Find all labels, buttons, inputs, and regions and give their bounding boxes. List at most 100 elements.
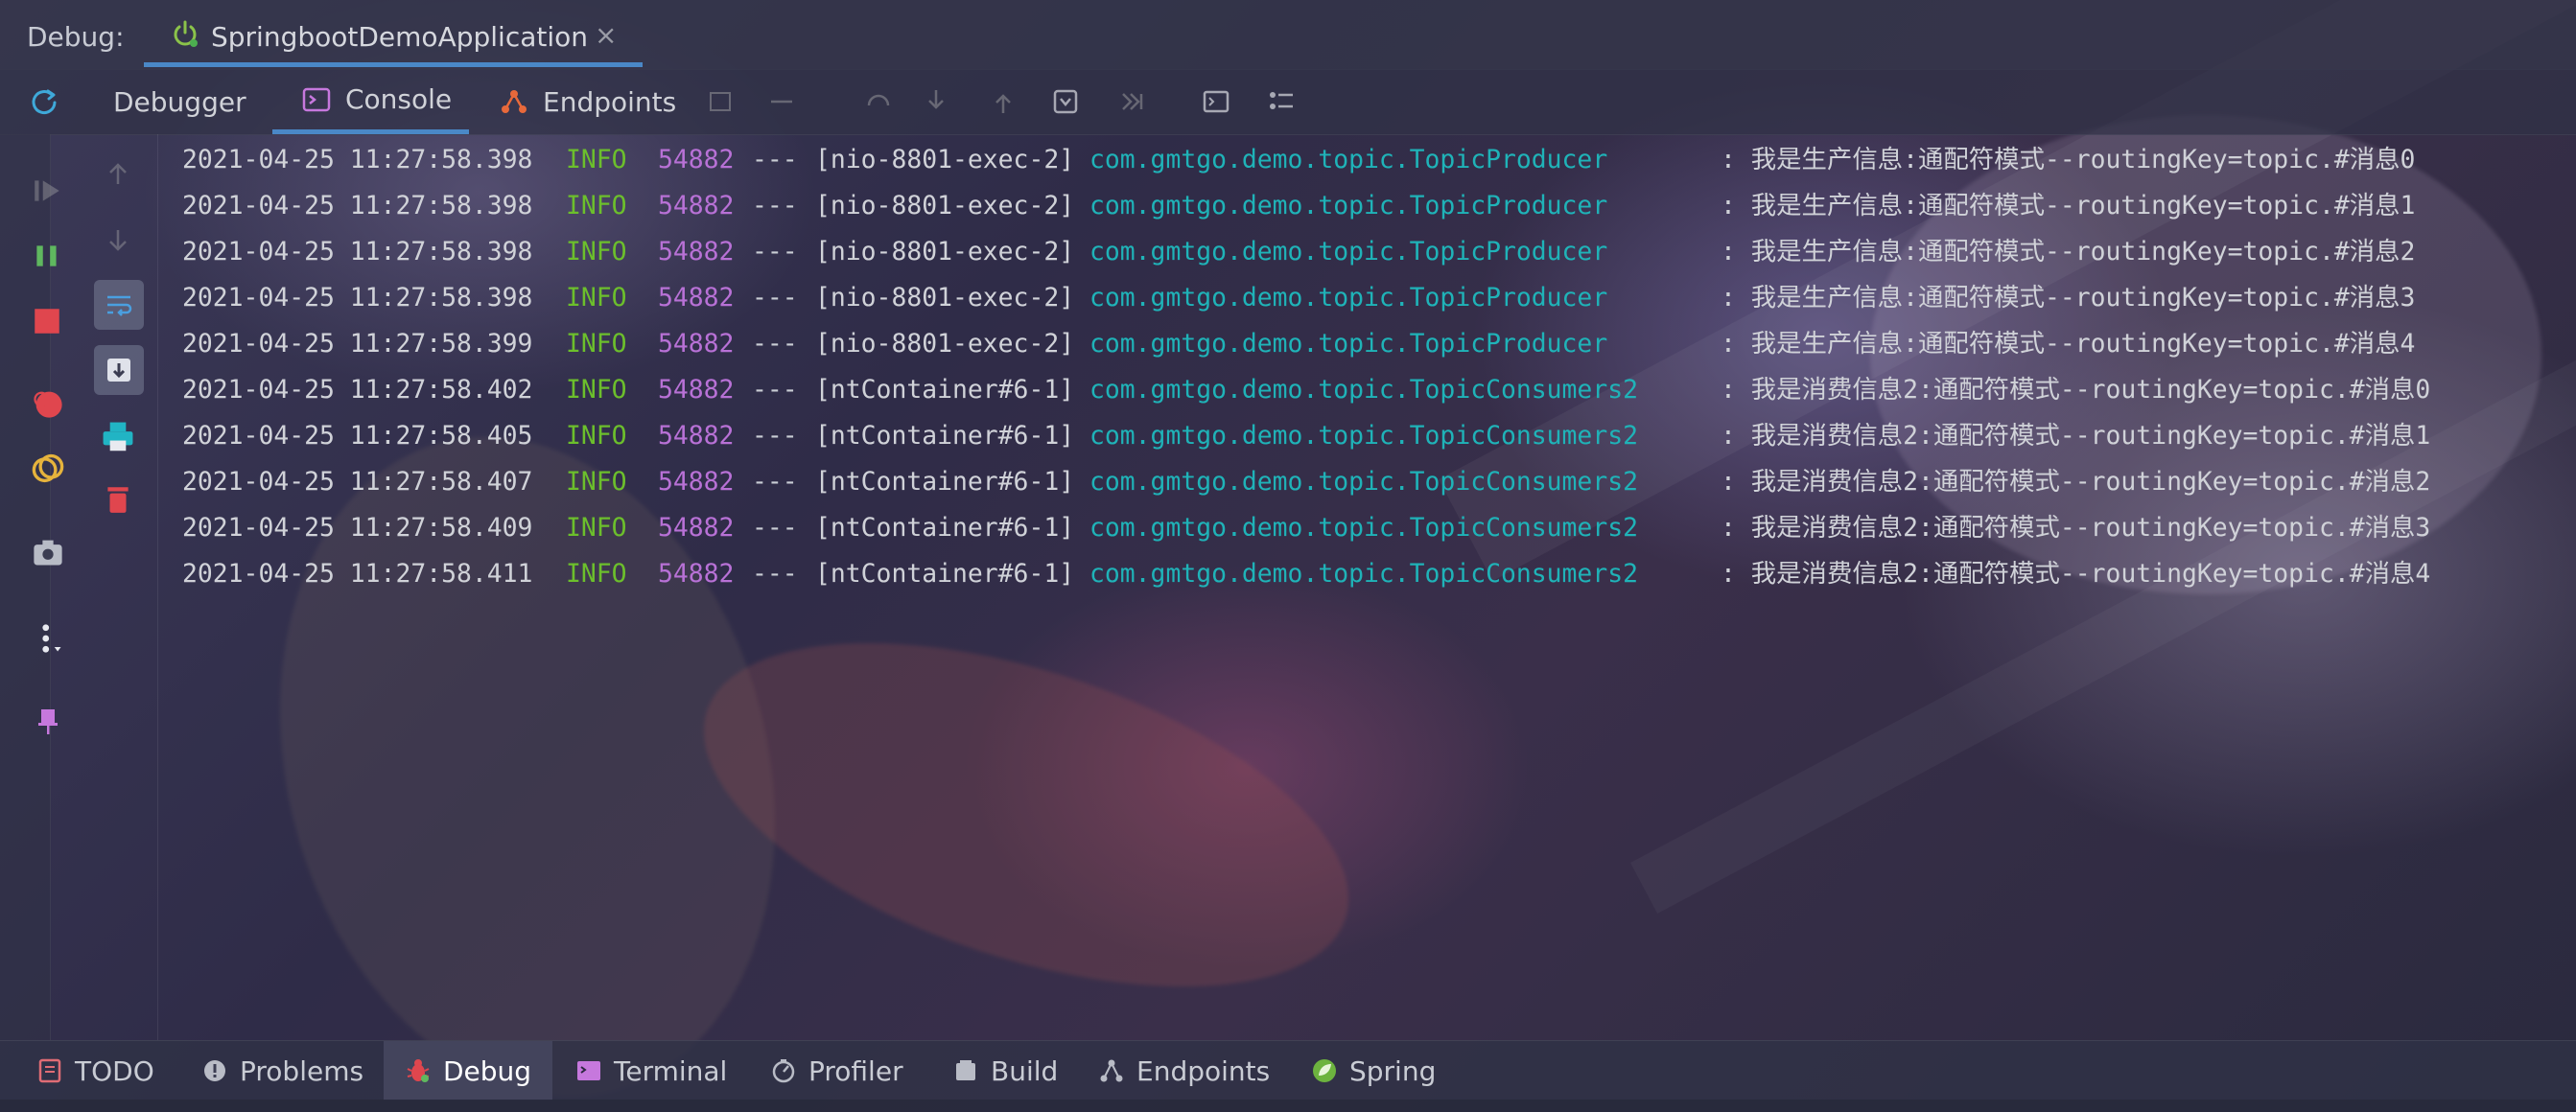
log-message: : 我是消费信息2:通配符模式--routingKey=topic.#消息1 <box>1721 421 2431 451</box>
stop-icon[interactable] <box>31 305 63 337</box>
log-timestamp: 2021-04-25 11:27:58.402 <box>182 375 533 405</box>
down-arrow-icon[interactable] <box>103 224 133 255</box>
console-icon <box>302 87 331 111</box>
log-logger: com.gmtgo.demo.topic.TopicProducer <box>1089 237 1608 266</box>
log-separator: --- <box>752 375 798 405</box>
log-thread: [ntContainer#6-1] <box>815 375 1075 405</box>
view-breakpoints-icon[interactable] <box>31 386 65 421</box>
log-level: INFO <box>566 329 627 359</box>
debug-label: Debug: <box>27 21 125 53</box>
log-message: : 我是生产信息:通配符模式--routingKey=topic.#消息2 <box>1721 237 2416 266</box>
pin-tab-icon[interactable] <box>33 706 63 736</box>
log-separator: --- <box>752 191 798 220</box>
restore-layout-icon[interactable] <box>706 86 737 117</box>
tab-debugger[interactable]: Debugger <box>113 69 246 134</box>
mute-breakpoints-icon[interactable] <box>31 452 65 486</box>
log-pid: 54882 <box>658 421 735 451</box>
log-level: INFO <box>566 237 627 266</box>
trace-settings-icon[interactable] <box>1266 86 1297 117</box>
log-timestamp: 2021-04-25 11:27:58.398 <box>182 191 533 220</box>
log-line: 2021-04-25 11:27:58.398 INFO 54882 --- [nio-… <box>182 137 2561 183</box>
step-into-icon[interactable] <box>921 86 951 117</box>
tool-window-bar: TODO Problems Debug Terminal Profiler Bu… <box>0 1040 2576 1100</box>
debug-tool-window: Debug: SpringbootDemoApplication × Debug… <box>0 0 2576 1112</box>
log-timestamp: 2021-04-25 11:27:58.409 <box>182 513 533 543</box>
log-line: 2021-04-25 11:27:58.402 INFO 54882 --- [ntCo… <box>182 367 2561 413</box>
tool-build[interactable]: Build <box>952 1041 1058 1100</box>
tool-label: Terminal <box>614 1054 728 1087</box>
log-message: : 我是生产信息:通配符模式--routingKey=topic.#消息0 <box>1721 145 2416 174</box>
log-line: 2021-04-25 11:27:58.398 INFO 54882 --- [nio-… <box>182 183 2561 229</box>
endpoints-icon <box>502 90 527 113</box>
log-line: 2021-04-25 11:27:58.409 INFO 54882 --- [ntCo… <box>182 505 2561 551</box>
tool-label: Spring <box>1349 1054 1437 1087</box>
up-arrow-icon[interactable] <box>103 159 133 190</box>
log-thread: [ntContainer#6-1] <box>815 421 1075 451</box>
log-line: 2021-04-25 11:27:58.407 INFO 54882 --- [ntCo… <box>182 459 2561 505</box>
build-icon <box>956 1060 975 1080</box>
show-execution-point-icon[interactable] <box>767 86 798 117</box>
status-bar <box>0 1100 2576 1112</box>
tab-endpoints[interactable]: Endpoints <box>499 69 676 134</box>
log-logger: com.gmtgo.demo.topic.TopicProducer <box>1089 329 1608 359</box>
log-level: INFO <box>566 467 627 497</box>
step-over-icon[interactable] <box>863 86 894 117</box>
log-logger: com.gmtgo.demo.topic.TopicProducer <box>1089 191 1608 220</box>
bug-icon <box>407 1059 430 1082</box>
log-message: : 我是消费信息2:通配符模式--routingKey=topic.#消息2 <box>1721 467 2431 497</box>
log-logger: com.gmtgo.demo.topic.TopicConsumers2 <box>1089 375 1638 405</box>
log-level: INFO <box>566 375 627 405</box>
log-logger: com.gmtgo.demo.topic.TopicProducer <box>1089 145 1608 174</box>
log-pid: 54882 <box>658 559 735 589</box>
resume-icon[interactable] <box>31 174 63 207</box>
log-line: 2021-04-25 11:27:58.411 INFO 54882 --- [ntCo… <box>182 551 2561 597</box>
log-level: INFO <box>566 421 627 451</box>
console-output[interactable]: 2021-04-25 11:27:58.398 INFO 54882 --- [nio-… <box>165 134 2572 1035</box>
log-timestamp: 2021-04-25 11:27:58.398 <box>182 237 533 266</box>
camera-icon[interactable] <box>31 535 65 569</box>
profiler-icon <box>772 1059 795 1083</box>
clear-all-icon[interactable] <box>102 483 134 516</box>
log-thread: [ntContainer#6-1] <box>815 513 1075 543</box>
tool-spring[interactable]: Spring <box>1311 1041 1436 1100</box>
log-level: INFO <box>566 191 627 220</box>
log-separator: --- <box>752 329 798 359</box>
tool-terminal[interactable]: Terminal <box>575 1041 727 1100</box>
log-separator: --- <box>752 421 798 451</box>
log-level: INFO <box>566 145 627 174</box>
log-timestamp: 2021-04-25 11:27:58.398 <box>182 145 533 174</box>
log-timestamp: 2021-04-25 11:27:58.405 <box>182 421 533 451</box>
tool-label: Profiler <box>808 1054 903 1087</box>
more-options-icon[interactable] <box>31 621 65 656</box>
print-icon[interactable] <box>100 419 136 455</box>
rerun-icon[interactable] <box>29 86 59 117</box>
evaluate-expression-icon[interactable] <box>1201 86 1231 117</box>
log-message: : 我是消费信息2:通配符模式--routingKey=topic.#消息4 <box>1721 559 2431 589</box>
drop-frame-icon[interactable] <box>1050 86 1081 117</box>
run-to-cursor-icon[interactable] <box>1117 86 1148 117</box>
step-out-icon[interactable] <box>988 86 1019 117</box>
debug-title-bar: Debug: SpringbootDemoApplication × <box>0 0 2576 70</box>
tool-debug[interactable]: Debug <box>384 1041 553 1100</box>
log-message: : 我是消费信息2:通配符模式--routingKey=topic.#消息0 <box>1721 375 2431 405</box>
log-pid: 54882 <box>658 375 735 405</box>
tab-label: Endpoints <box>543 85 677 118</box>
tool-label: Problems <box>240 1054 364 1087</box>
soft-wrap-toggle[interactable] <box>94 280 144 330</box>
tool-endpoints[interactable]: Endpoints <box>1098 1041 1270 1100</box>
log-message: : 我是生产信息:通配符模式--routingKey=topic.#消息1 <box>1721 191 2416 220</box>
tool-todo[interactable]: TODO <box>36 1041 154 1100</box>
log-pid: 54882 <box>658 329 735 359</box>
log-timestamp: 2021-04-25 11:27:58.407 <box>182 467 533 497</box>
log-thread: [ntContainer#6-1] <box>815 467 1075 497</box>
tool-profiler[interactable]: Profiler <box>770 1041 903 1100</box>
run-config-tab[interactable]: SpringbootDemoApplication × <box>144 0 643 67</box>
tool-problems[interactable]: Problems <box>201 1041 363 1100</box>
log-timestamp: 2021-04-25 11:27:58.411 <box>182 559 533 589</box>
pause-icon[interactable] <box>31 240 63 272</box>
log-thread: [nio-8801-exec-2] <box>815 145 1075 174</box>
tab-console[interactable]: Console <box>272 69 469 134</box>
close-icon[interactable]: × <box>595 19 617 51</box>
log-pid: 54882 <box>658 467 735 497</box>
scroll-to-end-toggle[interactable] <box>94 345 144 395</box>
